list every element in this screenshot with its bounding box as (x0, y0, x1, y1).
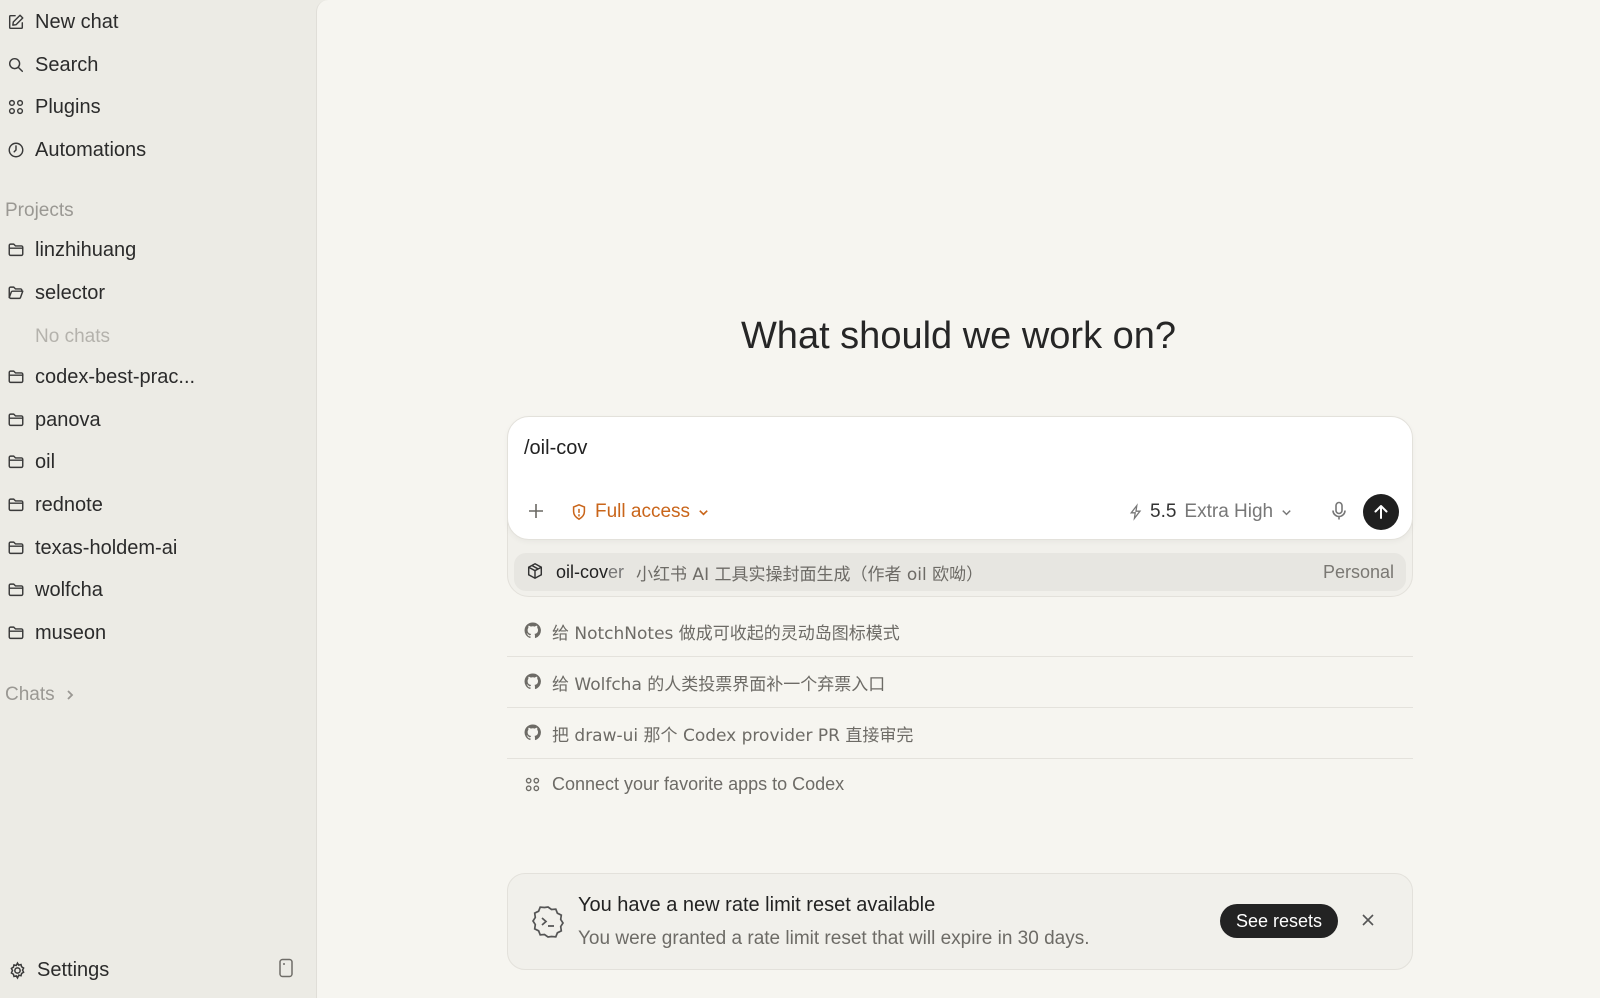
grid-icon (524, 776, 542, 794)
composer: Full access 5.5 Extra High (507, 416, 1413, 540)
project-codex-best-practices[interactable]: codex-best-prac... (0, 359, 300, 395)
prompt-text: 给 NotchNotes 做成可收起的灵动岛图标模式 (552, 623, 900, 644)
project-linzhihuang[interactable]: linzhihuang (0, 232, 300, 268)
chevron-right-icon (67, 690, 73, 700)
suggested-prompt[interactable]: 给 NotchNotes 做成可收起的灵动岛图标模式 (507, 606, 1413, 657)
suggested-prompt[interactable]: Connect your favorite apps to Codex (507, 759, 1413, 810)
chevron-down-icon (699, 509, 708, 515)
arrow-up-icon (1374, 505, 1388, 519)
project-texas-holdem-ai[interactable]: texas-holdem-ai (0, 530, 300, 566)
model-dropdown[interactable]: 5.5 Extra High (1128, 499, 1293, 525)
project-panova[interactable]: panova (0, 402, 300, 438)
nav-label: Automations (35, 138, 147, 161)
see-resets-button[interactable]: See resets (1220, 904, 1339, 938)
prompt-text: 把 draw-ui 那个 Codex provider PR 直接审完 (552, 725, 914, 746)
project-label: codex-best-prac... (35, 365, 196, 388)
sidebar: New chat Search Plugins Automations Proj… (0, 0, 315, 998)
folder-icon (1, 575, 31, 605)
settings-label: Settings (37, 958, 110, 981)
main-panel: What should we work on? Full access 5.5 … (316, 0, 1600, 998)
project-rednote[interactable]: rednote (0, 487, 300, 523)
prompt-text: 给 Wolfcha 的人类投票界面补一个弃票入口 (552, 674, 886, 695)
banner-title: You have a new rate limit reset availabl… (578, 894, 936, 916)
banner-subtitle: You were granted a rate limit reset that… (578, 928, 1090, 949)
access-label: Full access (595, 501, 691, 522)
project-label: museon (35, 621, 107, 644)
search-button[interactable]: Search (0, 47, 300, 83)
access-mode-dropdown[interactable]: Full access (570, 499, 710, 525)
grid-icon (1, 92, 31, 122)
suggestion-tag: Personal (1322, 561, 1394, 582)
automations-button[interactable]: Automations (0, 132, 300, 168)
suggestion-name-rest: er (608, 561, 625, 582)
microphone-icon (1332, 501, 1346, 520)
projects-section-label: Projects (5, 200, 74, 221)
folder-icon (1, 447, 31, 477)
cube-icon (526, 562, 546, 582)
sidebar-toggle-icon[interactable] (278, 958, 294, 978)
rate-limit-banner: You have a new rate limit reset availabl… (507, 873, 1413, 970)
project-label: linzhihuang (35, 238, 137, 261)
lightning-icon (1129, 503, 1142, 521)
prompt-text: Connect your favorite apps to Codex (552, 774, 845, 794)
plus-icon (529, 504, 543, 518)
folder-icon (1, 490, 31, 520)
no-chats-text: No chats (35, 326, 110, 347)
project-label: panova (35, 408, 101, 431)
suggestion-name: oil-cover (556, 562, 624, 583)
project-label: selector (35, 281, 106, 304)
folder-icon (1, 362, 31, 392)
plugins-button[interactable]: Plugins (0, 89, 300, 125)
project-oil[interactable]: oil (0, 444, 300, 480)
model-effort: Extra High (1184, 501, 1274, 522)
project-wolfcha[interactable]: wolfcha (0, 572, 300, 608)
chats-label: Chats (5, 684, 55, 705)
page-title: What should we work on? (740, 315, 1177, 357)
compose-icon (1, 7, 31, 37)
close-icon (1362, 914, 1374, 926)
project-label: rednote (35, 493, 103, 516)
folder-icon (1, 533, 31, 563)
new-chat-button[interactable]: New chat (0, 4, 300, 40)
suggested-prompt[interactable]: 给 Wolfcha 的人类投票界面补一个弃票入口 (507, 657, 1413, 708)
folder-icon (1, 618, 31, 648)
folder-icon (1, 235, 31, 265)
warning-shield-icon (572, 503, 586, 521)
close-banner-button[interactable] (1360, 912, 1378, 930)
project-museon[interactable]: museon (0, 615, 300, 651)
suggestion-name-typed: oil-cov (556, 561, 609, 582)
settings-button[interactable]: Settings (0, 952, 300, 988)
chevron-down-icon (1282, 509, 1291, 515)
clock-icon (1, 135, 31, 165)
nav-label: Search (35, 53, 99, 76)
suggestion-description: 小红书 AI 工具实操封面生成（作者 oil 欧呦） (636, 564, 984, 585)
project-selector[interactable]: selector (0, 275, 300, 311)
nav-label: Plugins (35, 95, 101, 118)
folder-open-icon (1, 278, 31, 308)
project-label: wolfcha (35, 578, 103, 601)
add-attachment-button[interactable] (526, 501, 548, 523)
suggestion-oil-cover[interactable]: oil-cover 小红书 AI 工具实操封面生成（作者 oil 欧呦） Per… (514, 553, 1406, 591)
prompt-input[interactable] (524, 437, 1224, 460)
suggested-prompts: 给 NotchNotes 做成可收起的灵动岛图标模式 给 Wolfcha 的人类… (507, 606, 1413, 810)
send-button[interactable] (1363, 494, 1399, 530)
model-version: 5.5 (1150, 501, 1177, 522)
project-label: oil (35, 450, 56, 473)
gear-icon (2, 955, 32, 985)
github-icon (524, 724, 542, 742)
microphone-button[interactable] (1330, 501, 1352, 523)
project-label: texas-holdem-ai (35, 536, 178, 559)
terminal-badge-icon (530, 904, 566, 940)
chats-section-toggle[interactable]: Chats (5, 684, 77, 706)
github-icon (524, 622, 542, 640)
suggested-prompt[interactable]: 把 draw-ui 那个 Codex provider PR 直接审完 (507, 708, 1413, 759)
search-icon (1, 50, 31, 80)
folder-icon (1, 405, 31, 435)
nav-label: New chat (35, 10, 119, 33)
github-icon (524, 673, 542, 691)
